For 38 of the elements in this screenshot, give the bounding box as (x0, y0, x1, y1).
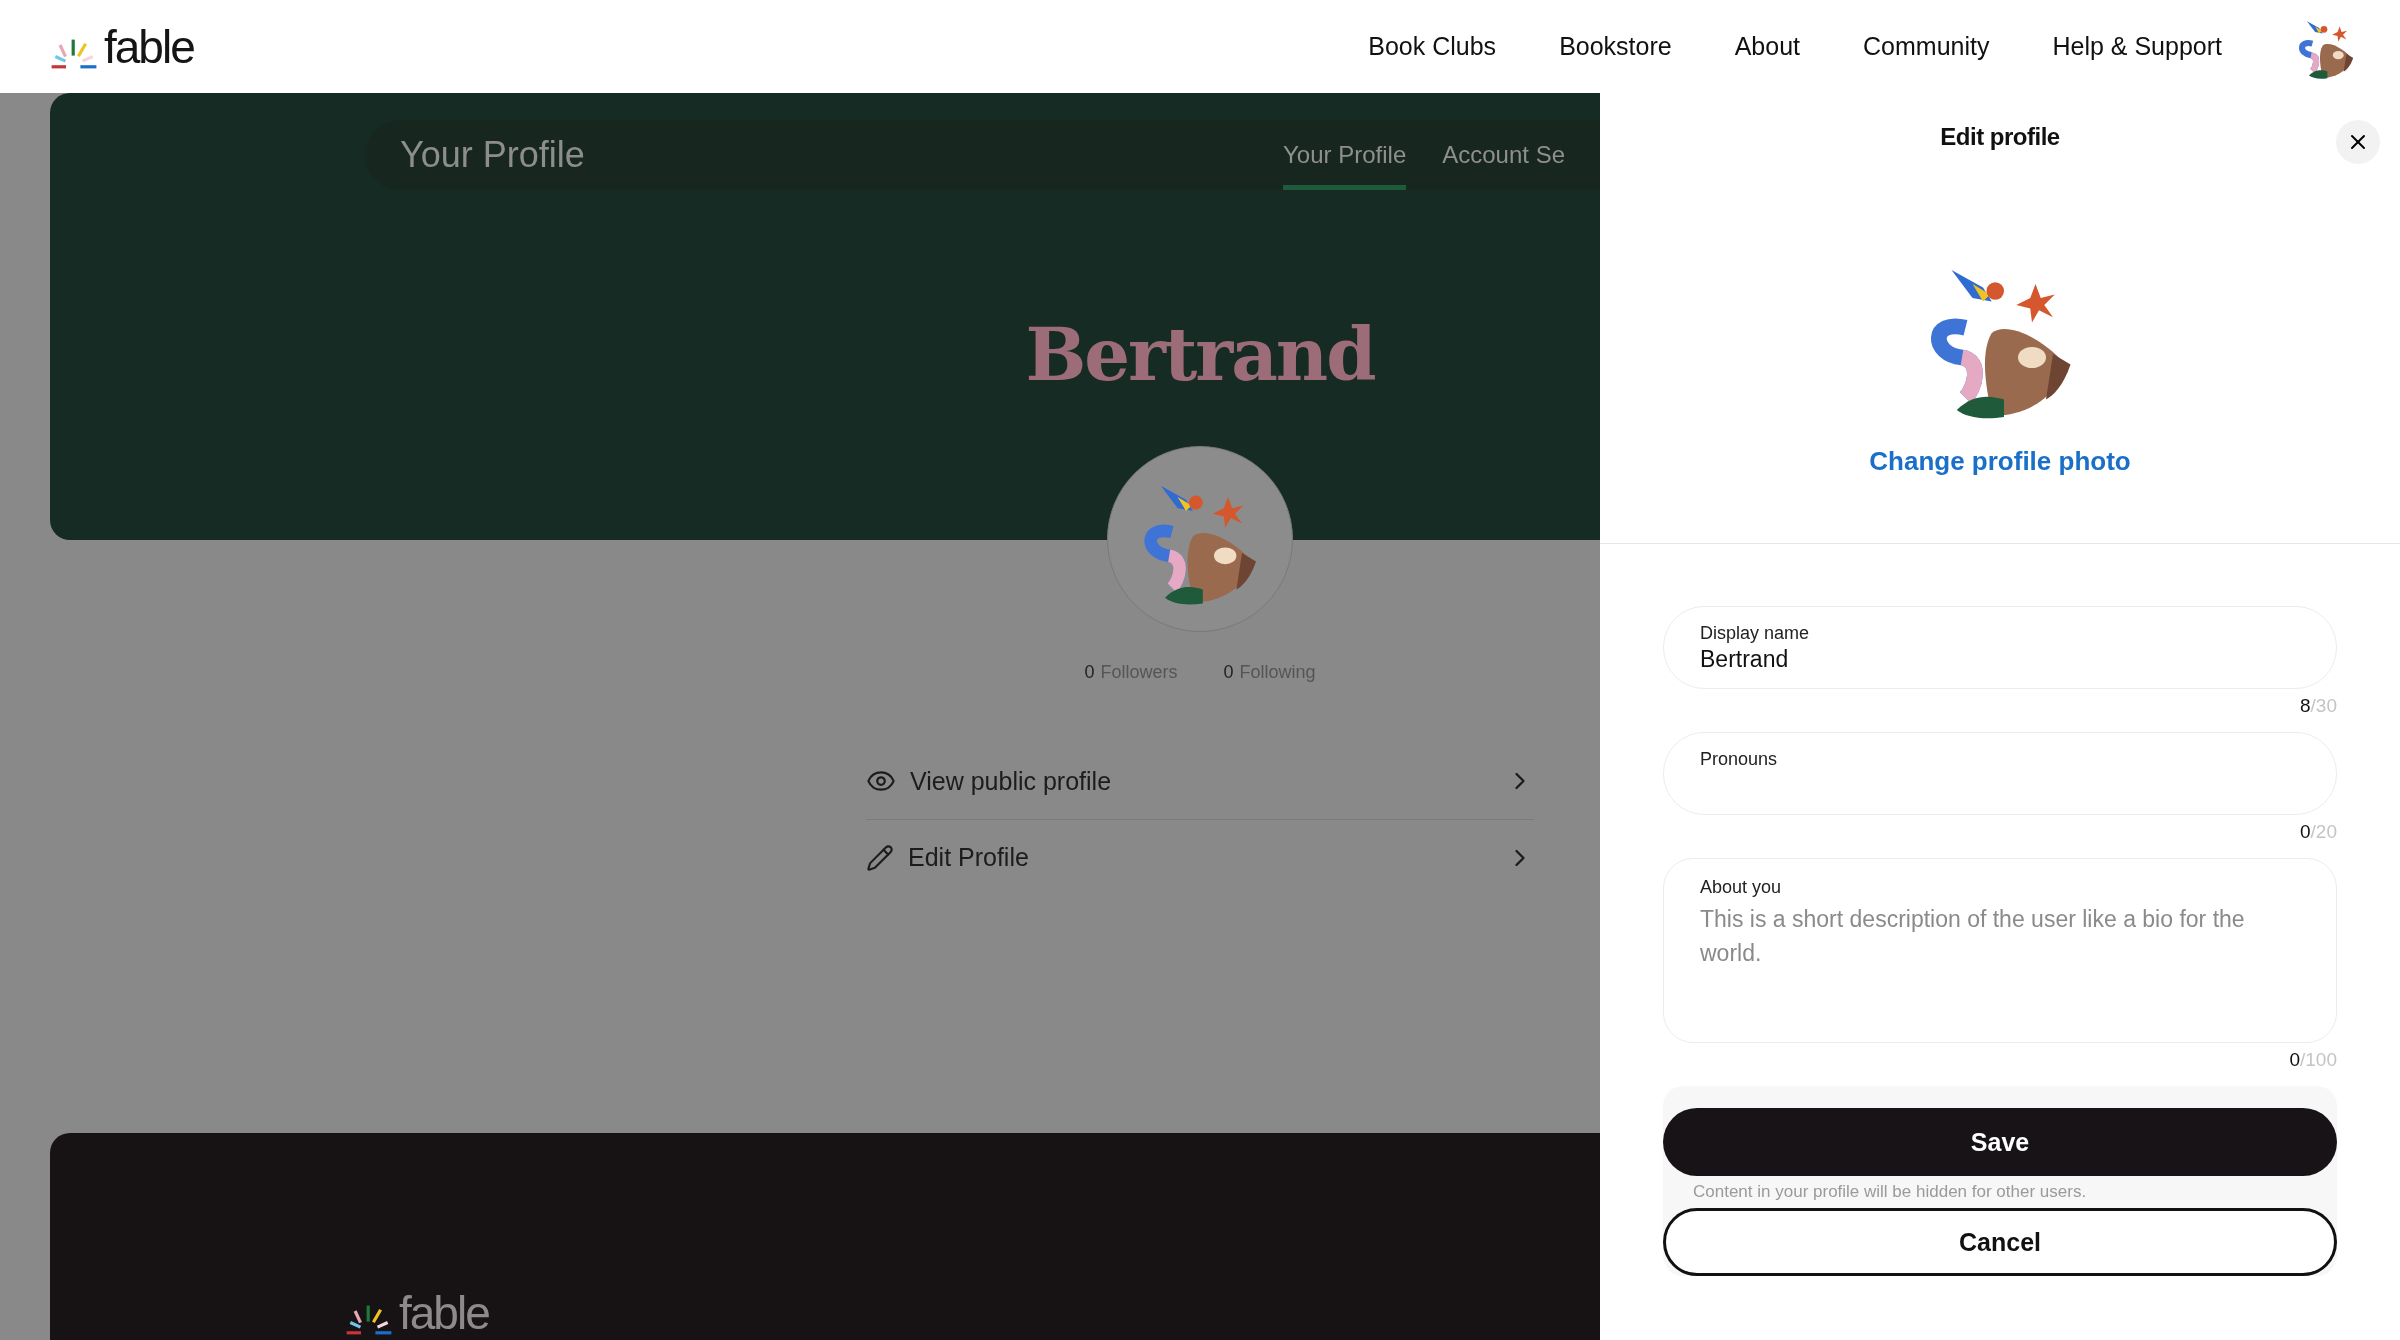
field-label: Pronouns (1700, 749, 1779, 770)
fable-logo[interactable]: fable (345, 1290, 489, 1336)
text-input[interactable]: Bertrand (1700, 644, 2300, 673)
sunburst-icon (345, 1304, 393, 1336)
nav-link[interactable]: About (1734, 32, 1801, 61)
stat-count: 0 (1084, 662, 1095, 683)
sunburst-icon (50, 37, 98, 70)
char-count: 8 (2300, 695, 2311, 718)
char-limit: /30 (2310, 695, 2337, 718)
profile-tab[interactable]: Your Profile (1283, 120, 1407, 190)
char-count: 0 (2300, 821, 2311, 844)
char-count: 0 (2289, 1049, 2300, 1072)
field-label: About you (1700, 877, 1783, 898)
change-photo-link[interactable]: Change profile photo (1869, 446, 2131, 477)
cancel-button[interactable]: Cancel (1663, 1208, 2337, 1276)
nav-link[interactable]: Help & Support (2052, 32, 2222, 61)
nav-link[interactable]: Book Clubs (1368, 32, 1497, 61)
text-field[interactable]: Display name Bertrand (1663, 606, 2337, 689)
stat-count: 0 (1223, 662, 1234, 683)
text-field[interactable]: About you This is a short description of the user like a bio for the world. (1663, 858, 2337, 1043)
panel-title: Edit profile (1940, 123, 2060, 151)
char-limit: /100 (2300, 1049, 2337, 1072)
menu-item[interactable]: Edit Profile (866, 819, 1534, 895)
char-limit: /20 (2310, 821, 2337, 844)
text-area[interactable]: This is a short description of the user like a bio for the world. (1700, 898, 2266, 1024)
page-title: Your Profile (400, 134, 585, 176)
notice-text: Content in your profile will be hidden for other users. (1693, 1182, 2088, 1202)
nav-link[interactable]: Community (1863, 32, 1990, 61)
fable-logo[interactable]: fable (50, 23, 194, 70)
save-button[interactable]: Save (1663, 1108, 2337, 1176)
menu-item[interactable]: View public profile (866, 743, 1534, 819)
profile-name: Bertrand (1025, 312, 1375, 397)
text-field[interactable]: Pronouns (1663, 732, 2337, 815)
pencil-icon (866, 843, 894, 872)
nav-link[interactable]: Bookstore (1559, 32, 1672, 61)
profile-tab[interactable]: Account Se (1442, 120, 1565, 190)
field-label: Display name (1700, 623, 1811, 644)
close-button[interactable] (2336, 120, 2380, 164)
